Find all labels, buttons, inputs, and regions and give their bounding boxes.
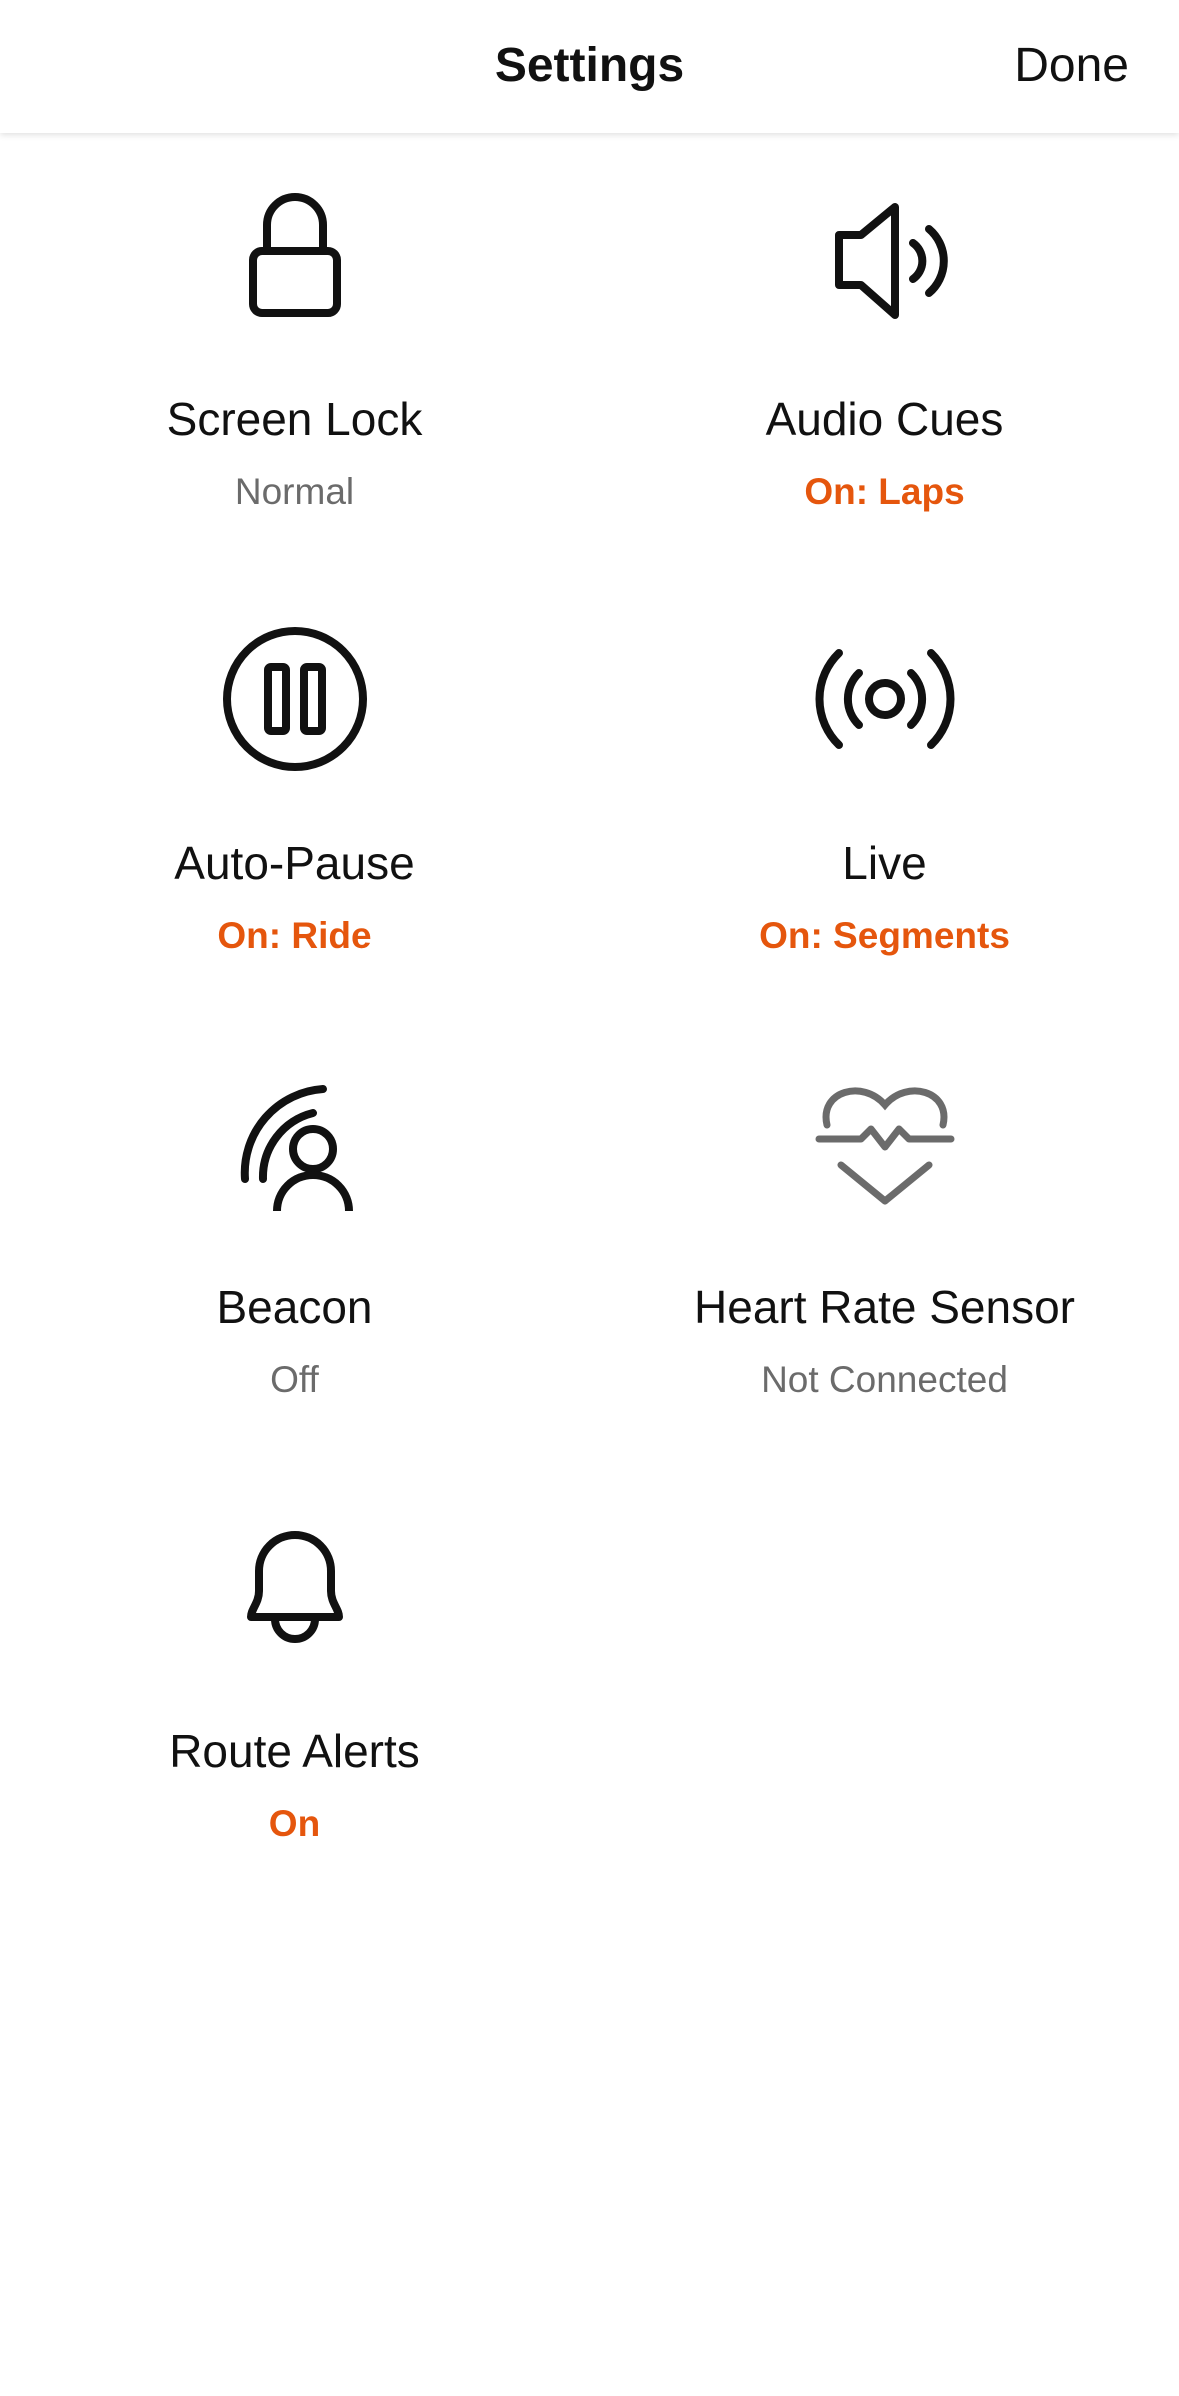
setting-status: On: Laps <box>804 471 965 512</box>
bell-icon <box>215 1505 375 1665</box>
setting-status: Off <box>270 1359 319 1400</box>
setting-screen-lock[interactable]: Screen Lock Normal <box>0 133 589 577</box>
lock-icon <box>215 173 375 333</box>
setting-live[interactable]: Live On: Segments <box>590 577 1179 1021</box>
settings-screen: Settings Done Screen Lock Normal Audio C… <box>0 0 1179 2396</box>
setting-route-alerts[interactable]: Route Alerts On <box>0 1465 589 1909</box>
speaker-icon <box>805 173 965 333</box>
setting-audio-cues[interactable]: Audio Cues On: Laps <box>590 133 1179 577</box>
setting-status: Not Connected <box>761 1359 1008 1400</box>
setting-status: On: Ride <box>217 915 372 956</box>
setting-status: On <box>268 1803 321 1844</box>
setting-label: Screen Lock <box>166 393 423 445</box>
setting-status: Normal <box>234 471 355 512</box>
setting-label: Heart Rate Sensor <box>694 1281 1075 1333</box>
broadcast-icon <box>805 617 965 777</box>
setting-beacon[interactable]: Beacon Off <box>0 1021 589 1465</box>
pause-icon <box>215 617 375 777</box>
page-title: Settings <box>494 39 685 92</box>
setting-auto-pause[interactable]: Auto-Pause On: Ride <box>0 577 589 1021</box>
setting-label: Beacon <box>216 1281 373 1333</box>
done-button[interactable]: Done <box>1014 36 1129 96</box>
setting-label: Live <box>842 837 927 889</box>
beacon-icon <box>215 1061 375 1221</box>
navigation-bar: Settings Done <box>0 0 1179 133</box>
setting-label: Auto-Pause <box>174 837 415 889</box>
setting-heart-rate-sensor[interactable]: Heart Rate Sensor Not Connected <box>590 1021 1179 1465</box>
setting-label: Audio Cues <box>765 393 1004 445</box>
setting-label: Route Alerts <box>169 1725 420 1777</box>
setting-status: On: Segments <box>759 915 1010 956</box>
heart-rate-icon <box>805 1061 965 1221</box>
